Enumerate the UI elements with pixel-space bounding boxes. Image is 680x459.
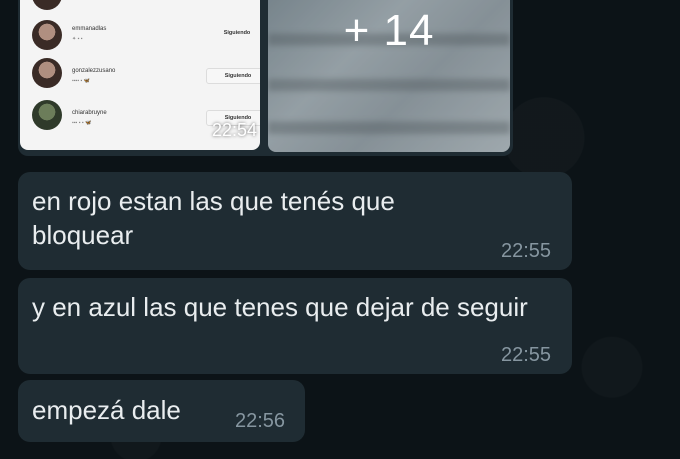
- more-images-count: + 14: [343, 6, 435, 55]
- message-bubble[interactable]: y en azul las que tenes que dejar de seg…: [18, 278, 572, 374]
- following-button: Siguiendo: [223, 30, 251, 36]
- avatar: [32, 20, 62, 50]
- follow-list-row: gonzalezzusano ▪▪▪▪ ▪ 🦋 Siguiendo: [20, 58, 260, 92]
- partial-top-row: [20, 0, 260, 10]
- message-timestamp: 22:55: [501, 344, 552, 366]
- following-button: Siguiendo: [206, 68, 260, 84]
- message-text: empezá dale: [32, 395, 181, 425]
- avatar: [32, 100, 62, 130]
- image-thumbnail-following-list[interactable]: emmanadlas ✦ ▪ ▪ Siguiendo gonzalezzusan…: [20, 0, 260, 150]
- username-label: emmanadlas: [72, 26, 107, 32]
- user-subtitle: ▪▪▪ ▪ ▪ 🦋: [72, 120, 92, 126]
- user-subtitle: ✦ ▪ ▪: [72, 36, 83, 42]
- message-text: y en azul las que tenes que dejar de seg…: [32, 292, 528, 322]
- image-thumbnail-more[interactable]: + 14: [268, 0, 510, 152]
- media-timestamp: 22:54: [212, 120, 258, 140]
- message-timestamp: 22:56: [235, 410, 286, 432]
- message-bubble[interactable]: empezá dale 22:56: [18, 380, 305, 442]
- user-subtitle: ▪▪▪▪ ▪ 🦋: [72, 78, 90, 84]
- message-timestamp: 22:55: [501, 240, 552, 262]
- avatar: [32, 0, 62, 10]
- message-bubble[interactable]: en rojo estan las que tenés que bloquear…: [18, 172, 572, 270]
- message-text: en rojo estan las que tenés que bloquear: [32, 186, 395, 250]
- username-label: gonzalezzusano: [72, 68, 116, 74]
- follow-list-row: emmanadlas ✦ ▪ ▪ Siguiendo: [20, 18, 260, 52]
- avatar: [32, 58, 62, 88]
- username-label: chiarabruyne: [72, 110, 107, 116]
